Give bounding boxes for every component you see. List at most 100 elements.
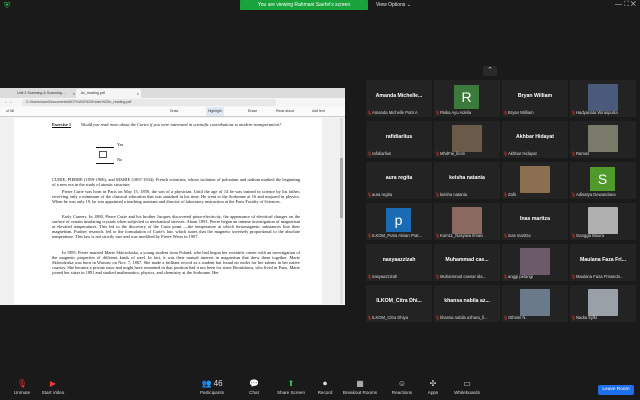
read-aloud-button[interactable]: Read aloud — [276, 107, 294, 116]
control-label: Breakout Rooms — [342, 390, 378, 395]
close-icon[interactable]: × — [137, 89, 139, 98]
participant-photo — [452, 125, 482, 152]
participant-display-name: Inas maritza — [520, 216, 550, 222]
participant-tile[interactable]: R 🎙 Riska Ayu Adelia — [434, 80, 500, 117]
participant-tile[interactable]: aura regita 🎙 aura regita — [366, 162, 432, 199]
pdf-toolbar: of 58 Draw Highlight Erase Read aloud Ad… — [0, 107, 345, 117]
participant-display-name: keisha natania — [449, 175, 485, 181]
start-video-button[interactable]: ▶ Start Video — [31, 379, 75, 396]
participant-tile[interactable]: 🎙 anggi pelangi — [502, 244, 568, 281]
participant-photo — [520, 248, 550, 275]
video-off-icon: ▶ — [49, 379, 57, 388]
erase-button[interactable]: Erase — [248, 107, 257, 116]
paragraph: In 1895, Pierre married Marie Sklowdoska… — [52, 250, 300, 275]
participant-tile[interactable]: keisha natania 🎙 keisha natania — [434, 162, 500, 199]
participant-name-label: Adisatya Dewandana — [576, 192, 616, 197]
browser-tab-active[interactable]: dc_reading.pdf × — [76, 89, 141, 98]
participant-tile[interactable]: Inas maritza 🎙 inas maritza — [502, 203, 568, 240]
browser-tab[interactable]: Unit 2 Scanning & Scanning ... × — [12, 89, 77, 98]
participant-display-name: Akhbar Hidayat — [515, 134, 555, 140]
participant-tile[interactable]: Maulana Faza Fri... 🎙 Maulana Faza Frisand… — [570, 244, 636, 281]
participant-tile[interactable]: Amanda Michelle... 🎙 Amanda Michelle Putri… — [366, 80, 432, 117]
answer-checkbox[interactable] — [99, 151, 107, 158]
participant-display-name: Muhammad cae... — [445, 257, 489, 263]
participant-tile[interactable]: 🎙 Kom11_Nasyiwa Ilmani — [434, 203, 500, 240]
view-options-button[interactable]: View Options ⌄ — [376, 0, 411, 10]
exercise-question: Would you read more about the Curies if … — [81, 122, 282, 127]
participant-tile[interactable]: Bryan William 🎙 Bryan William — [502, 80, 568, 117]
breakout-rooms-button[interactable]: ▦ Breakout Rooms — [338, 379, 382, 396]
participant-tile[interactable]: p 🎙 ILKOM_Putra Alvian Prat... — [366, 203, 432, 240]
participant-display-name: Bryan William — [517, 93, 553, 99]
participants-icon: 👥 46 — [201, 379, 223, 388]
participant-photo — [520, 166, 550, 193]
participant-tile[interactable]: nasyaazzizah 🎙 nasyaazzizah — [366, 244, 432, 281]
add-text-button[interactable]: Add text — [312, 107, 325, 116]
participant-tile[interactable]: rafidiarlius 🎙 rafidiarlius — [366, 121, 432, 158]
address-bar: ← → C:/Users/user/Documents/MOTIVASI%20K… — [0, 98, 345, 107]
pdf-page: Exercise 1 Would you read more about the… — [14, 118, 322, 304]
participant-name-label: Akhbar Hidayat — [508, 151, 537, 156]
participant-tile[interactable]: Akhbar Hidayat 🎙 Akhbar Hidayat — [502, 121, 568, 158]
window-controls[interactable]: — ⛶ ✕ — [615, 1, 636, 9]
participant-tile[interactable]: 🎙 Zafir — [502, 162, 568, 199]
control-label: Start Video — [41, 390, 65, 395]
participant-name-label: Nadia Sylfa — [576, 315, 598, 320]
participant-name-label: Amanda Michelle Putri A — [372, 110, 418, 115]
participant-display-name: ILKOM_Citra Dhi... — [376, 298, 422, 304]
close-icon[interactable]: × — [73, 89, 75, 98]
participant-tile[interactable]: 🎙 Hadyanata Wirasputra — [570, 80, 636, 117]
participant-photo — [452, 207, 482, 234]
browser-tab-strip: Unit 2 Scanning & Scanning ... × dc_readi… — [0, 88, 345, 98]
shared-screen: Unit 2 Scanning & Scanning ... × dc_readi… — [0, 88, 345, 305]
control-label: Whiteboards — [454, 390, 480, 395]
leave-room-button[interactable]: Leave Room — [598, 385, 634, 395]
avatar: R — [454, 85, 479, 109]
participant-name-label: Gangga Maura — [576, 233, 604, 238]
participant-name-label: Othniel N. — [508, 315, 527, 320]
whiteboards-icon: ▭ — [463, 379, 471, 388]
participant-tile[interactable]: Muhammad cae... 🎙 Muhammad caesar ida... — [434, 244, 500, 281]
participant-tile[interactable]: 🎙 MhdFai_lkom — [434, 121, 500, 158]
scrollbar-thumb[interactable] — [340, 158, 343, 218]
participant-display-name: nasyaazzizah — [382, 257, 416, 263]
shield-icon: ⛨ — [4, 1, 10, 10]
participant-photo — [588, 125, 618, 152]
participant-tile[interactable]: 🎙 Nadia Sylfa — [570, 285, 636, 322]
breakout-rooms-icon: ▦ — [356, 379, 364, 388]
participant-name-label: Kom11_Nasyiwa Ilmani — [440, 233, 484, 238]
participant-display-name: Amanda Michelle... — [375, 93, 423, 99]
participant-name-label: inas maritza — [508, 233, 531, 238]
participant-name-label: Bryan William — [508, 110, 534, 115]
answer-yes: Yes — [117, 142, 124, 147]
viewing-banner: You are viewing Rahmani Saehri's screen — [240, 0, 368, 10]
participant-photo — [588, 84, 618, 111]
whiteboards-button[interactable]: ▭ Whiteboards — [445, 379, 489, 396]
nav-arrows-icon[interactable]: ← → — [4, 98, 12, 107]
participant-name-label: Ramos — [576, 151, 590, 156]
participant-name-label: keisha natania — [440, 192, 468, 197]
participant-photo — [520, 289, 550, 316]
participant-name-label: Riska Ayu Adelia — [440, 110, 472, 115]
participant-name-label: MhdFai_lkom — [440, 151, 466, 156]
scrollbar[interactable] — [340, 118, 343, 304]
chevron-up-icon[interactable]: ⌃ — [483, 66, 497, 76]
page-indicator: of 58 — [6, 109, 14, 113]
highlight-button[interactable]: Highlight — [206, 107, 224, 116]
participant-display-name: khansa nabila az... — [444, 298, 490, 304]
draw-button[interactable]: Draw — [170, 107, 178, 116]
participant-tile[interactable]: 🎙 Gangga Maura — [570, 203, 636, 240]
avatar: S — [590, 167, 615, 191]
participant-photo — [588, 289, 618, 316]
participant-display-name: Maulana Faza Fri... — [579, 257, 627, 263]
participants-button[interactable]: 👥 46 Participants — [190, 379, 234, 396]
top-bar: ⛨ You are viewing Rahmani Saehri's scree… — [0, 0, 640, 12]
participant-tile[interactable]: ILKOM_Citra Dhi... 🎙 ILKOM_Citra Dhiya — [366, 285, 432, 322]
participant-tile[interactable]: 🎙 Ramos — [570, 121, 636, 158]
url-field[interactable]: C:/Users/user/Documents/MOTIVASI%20Kelas… — [22, 99, 276, 106]
participant-tile[interactable]: khansa nabila az... 🎙 khansa nabila azhara… — [434, 285, 500, 322]
participant-name-label: Muhammad caesar ida... — [440, 274, 487, 279]
participant-tile[interactable]: 🎙 Othniel N. — [502, 285, 568, 322]
participant-name-label: aura regita — [372, 192, 393, 197]
participant-tile[interactable]: S 🎙 Adisatya Dewandana — [570, 162, 636, 199]
